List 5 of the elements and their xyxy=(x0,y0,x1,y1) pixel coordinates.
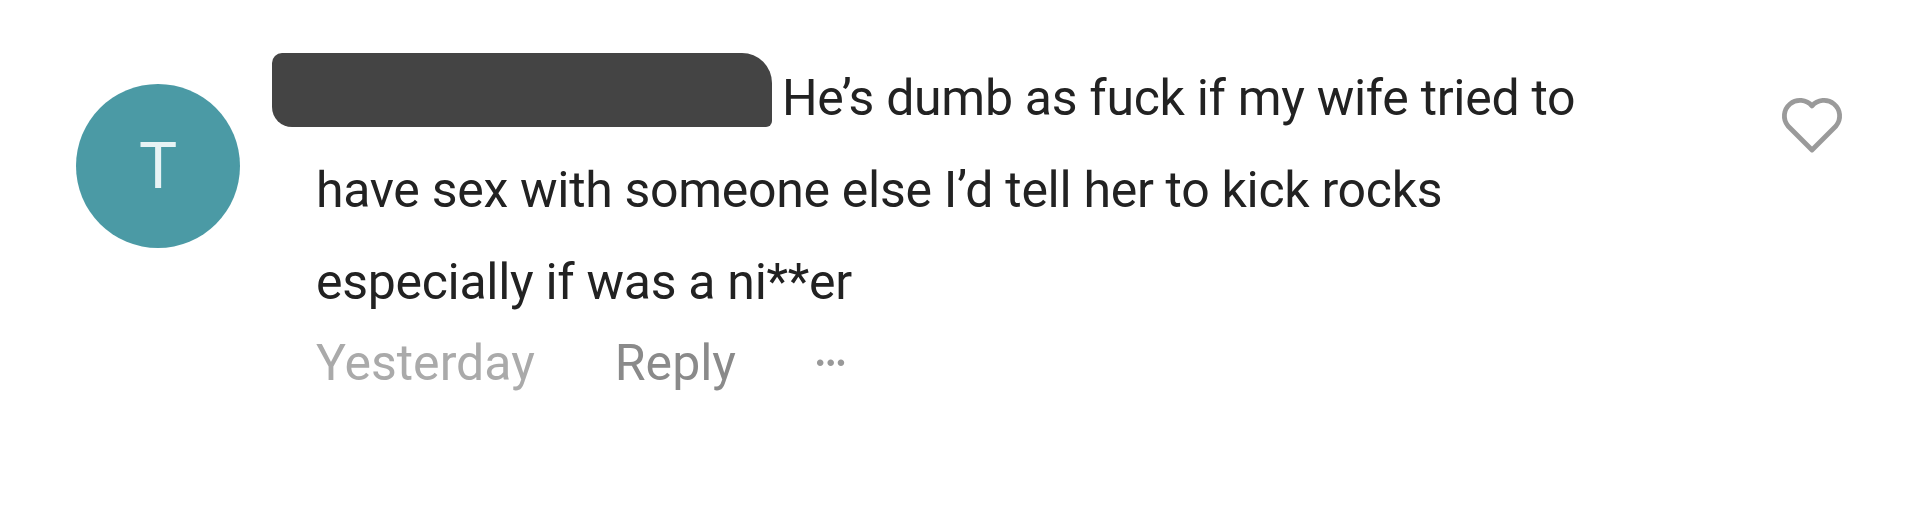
more-button[interactable]: ••• xyxy=(816,349,848,377)
timestamp: Yesterday xyxy=(316,334,535,392)
comment-text: He’s dumb as fuck if my wife tried to have sex with someone else I’d tell her to kick rocks especially if was a ni**er xyxy=(316,52,1666,328)
reply-button[interactable]: Reply xyxy=(614,334,737,392)
avatar[interactable]: T xyxy=(76,84,240,248)
